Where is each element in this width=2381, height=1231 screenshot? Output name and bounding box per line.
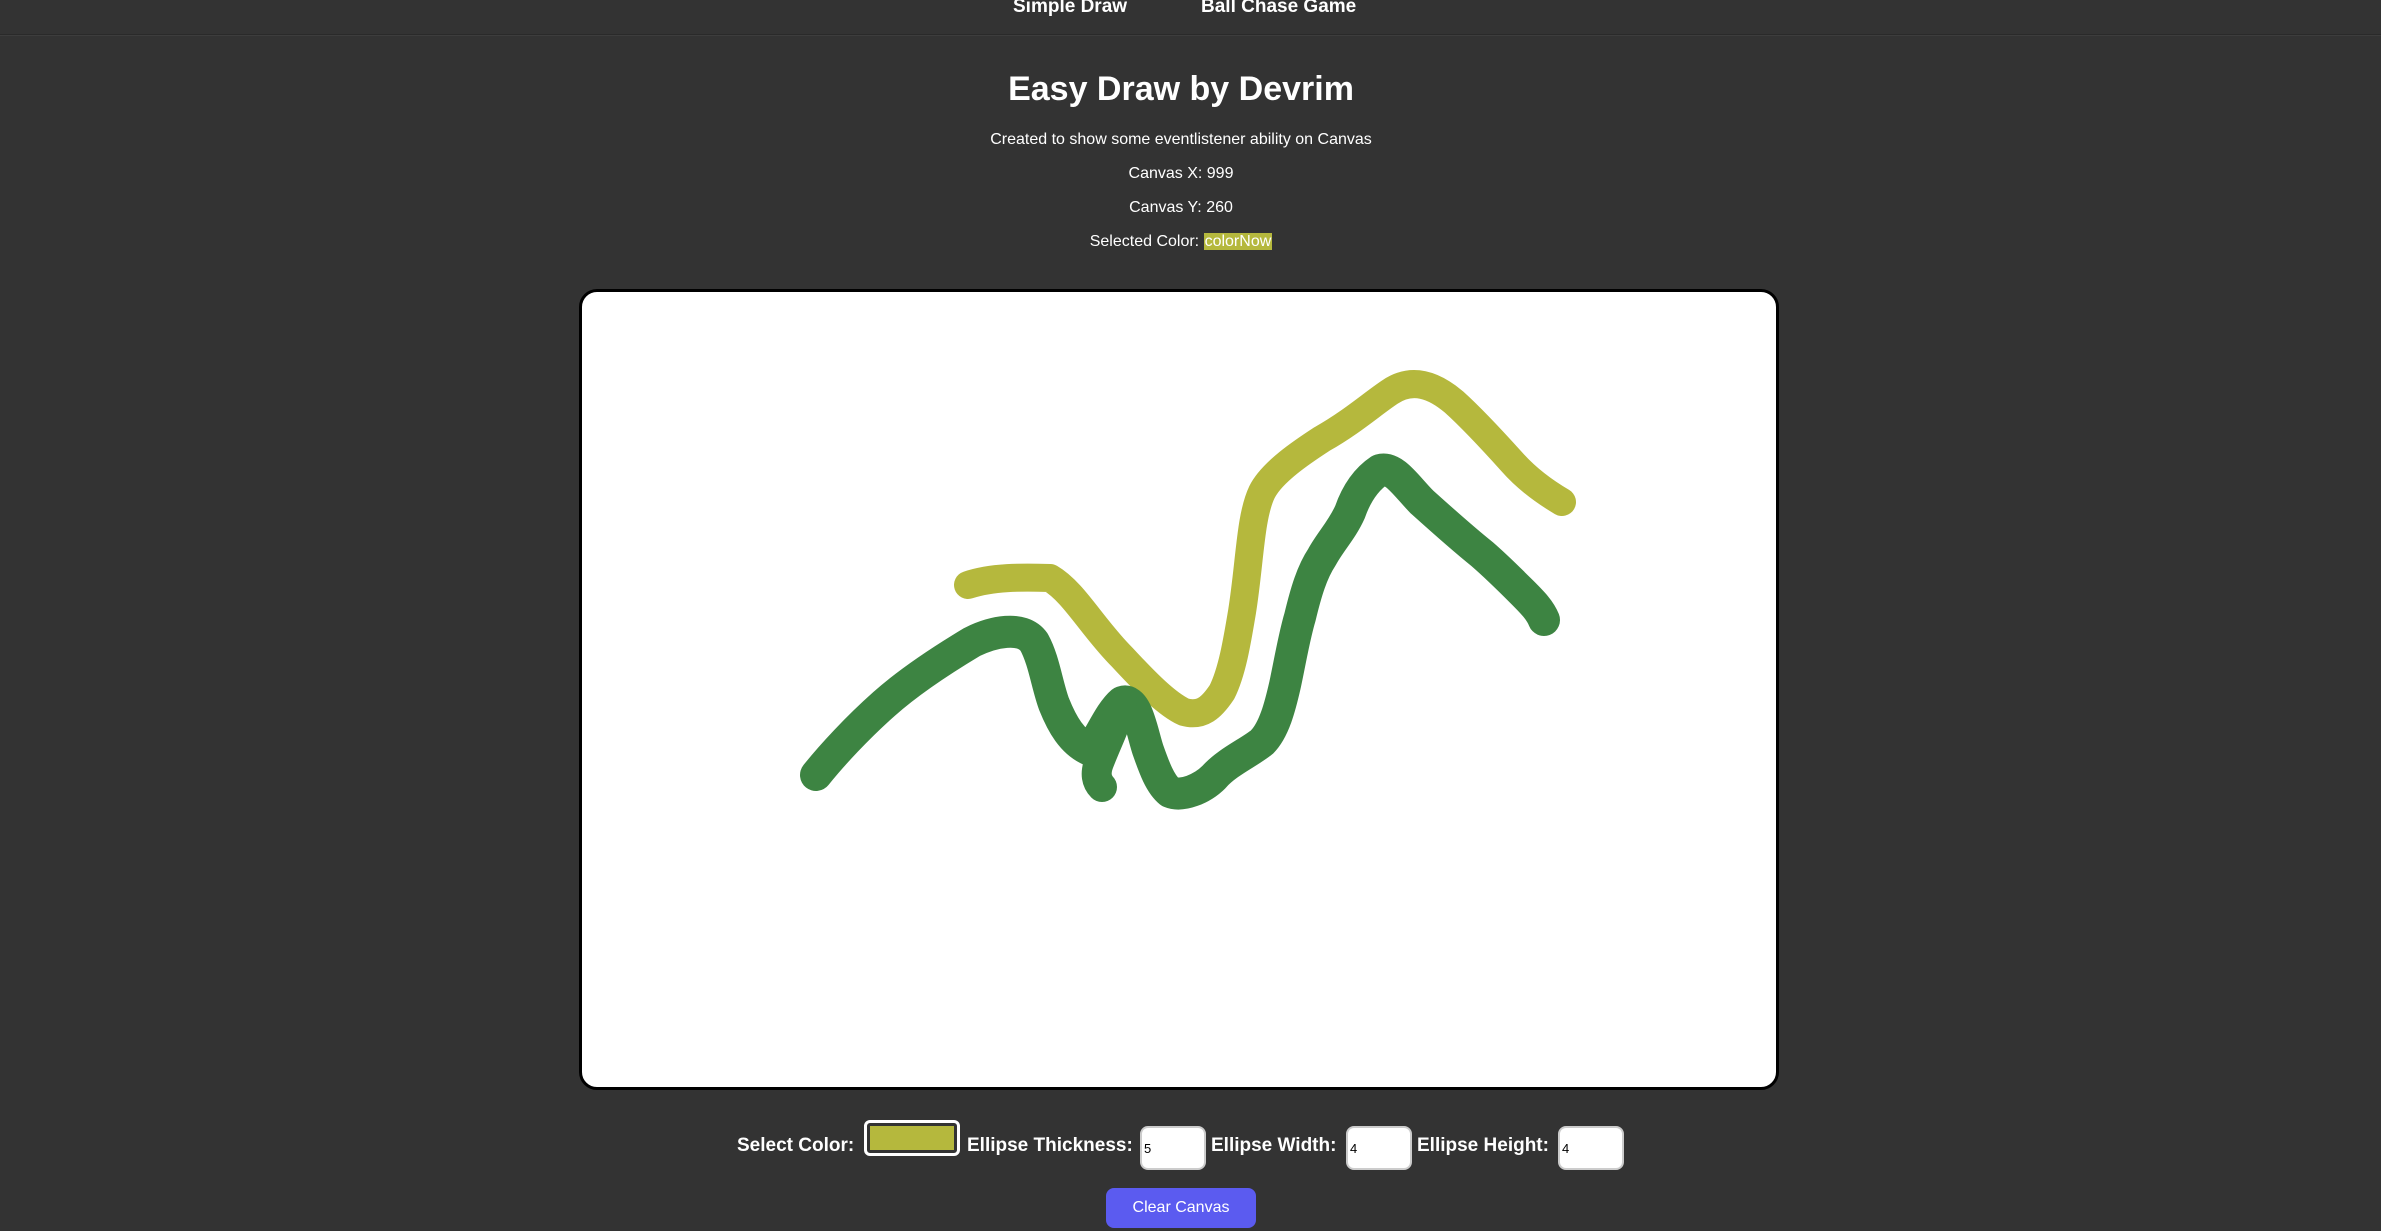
select-color-label: Select Color: [737, 1135, 855, 1156]
ellipse-thickness-input[interactable] [1140, 1126, 1206, 1170]
drawn-stroke-green [800, 453, 1560, 810]
ellipse-height-input[interactable] [1558, 1126, 1624, 1170]
controls-bar: Select Color: Ellipse Thickness: Ellipse… [0, 1120, 2381, 1170]
canvas-x-readout: Canvas X: 999 [1128, 165, 1234, 182]
clear-canvas-button[interactable]: Clear Canvas [1106, 1188, 1256, 1228]
selected-color-value: colorNow [1203, 233, 1273, 250]
nav-simple-draw[interactable]: Simple Draw [1013, 0, 1127, 18]
canvas-y-readout: Canvas Y: 260 [1129, 199, 1233, 216]
color-swatch [870, 1126, 954, 1150]
page-title: Easy Draw by Devrim [1008, 70, 1354, 108]
ellipse-width-label: Ellipse Width: [1211, 1135, 1337, 1156]
selected-color-label: Selected Color: [1089, 233, 1200, 250]
page-description: Created to show some eventlistener abili… [990, 131, 1372, 148]
ellipse-height-label: Ellipse Height: [1417, 1135, 1549, 1156]
top-nav: Simple Draw Ball Chase Game [0, 0, 2381, 35]
color-picker[interactable] [864, 1120, 960, 1156]
canvas-drawing [800, 370, 1576, 810]
nav-ball-chase-game[interactable]: Ball Chase Game [1201, 0, 1356, 18]
ellipse-thickness-label: Ellipse Thickness: [967, 1135, 1133, 1156]
drawing-canvas[interactable] [579, 289, 1779, 1090]
selected-color-readout: Selected Color: colorNow [0, 233, 2362, 251]
ellipse-width-input[interactable] [1346, 1126, 1412, 1170]
